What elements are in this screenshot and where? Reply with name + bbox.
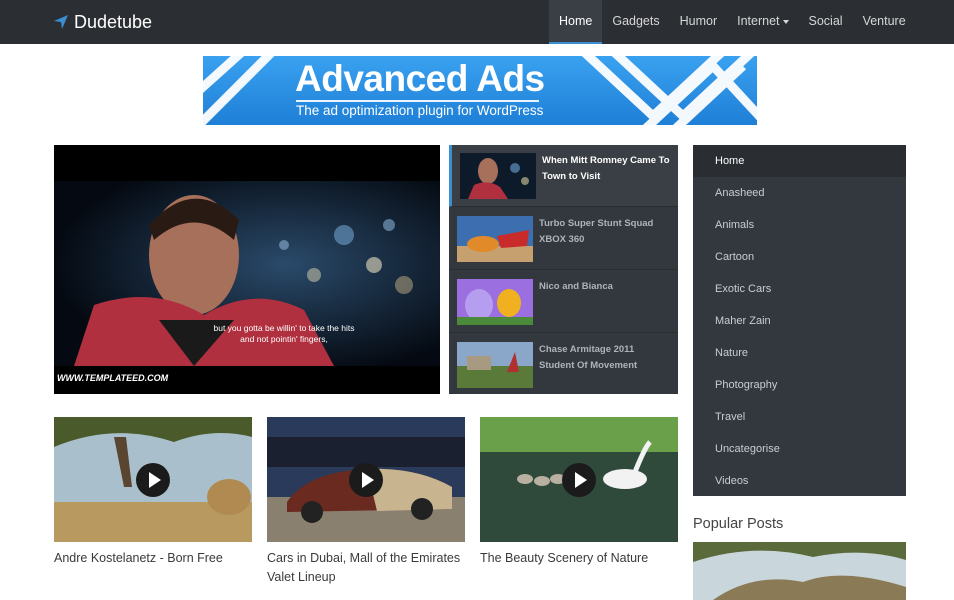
nav-internet[interactable]: Internet <box>727 0 798 44</box>
popular-post-thumbnail[interactable] <box>693 542 906 600</box>
brand-name: Dudetube <box>74 11 153 32</box>
video-list-title: Nico and Bianca <box>539 281 613 292</box>
video-list: When Mitt Romney Came To Town to Visit T… <box>449 145 678 394</box>
category-maher-zain[interactable]: Maher Zain <box>693 305 906 337</box>
video-thumbnail <box>457 216 533 262</box>
brand[interactable]: Dudetube <box>53 11 152 33</box>
video-subtitle-line-1: but you gotta be willin' to take the hit… <box>213 323 355 333</box>
nav-gadgets[interactable]: Gadgets <box>602 0 669 44</box>
video-card-title[interactable]: The Beauty Scenery of Nature <box>480 549 680 568</box>
banner-subtitle: The ad optimization plugin for WordPress <box>296 103 544 118</box>
video-list-item[interactable]: Nico and Bianca <box>449 271 678 333</box>
category-menu: Home Anasheed Animals Cartoon Exotic Car… <box>693 145 906 496</box>
category-cartoon[interactable]: Cartoon <box>693 241 906 273</box>
video-thumbnail <box>457 342 533 388</box>
nav-humor[interactable]: Humor <box>670 0 728 44</box>
play-icon[interactable] <box>136 462 170 497</box>
category-travel[interactable]: Travel <box>693 401 906 433</box>
featured-video-frame <box>54 145 440 394</box>
featured-video[interactable]: but you gotta be willin' to take the hit… <box>54 145 440 394</box>
nav-home[interactable]: Home <box>549 0 603 44</box>
category-uncategorise[interactable]: Uncategorise <box>693 433 906 465</box>
video-list-title: When Mitt Romney Came To Town to Visit <box>542 155 670 182</box>
video-card-thumbnail[interactable] <box>480 417 678 542</box>
main-nav: Home Gadgets Humor Internet Social Ventu… <box>549 0 916 44</box>
banner-title: Advanced Ads <box>295 58 545 99</box>
category-photography[interactable]: Photography <box>693 369 906 401</box>
video-card-thumbnail[interactable] <box>267 417 465 542</box>
video-subtitle: but you gotta be willin' to take the hit… <box>204 323 364 345</box>
video-watermark: WWW.TEMPLATEED.COM <box>57 373 169 383</box>
navigation-arrow-icon <box>54 15 68 29</box>
video-list-item[interactable]: Turbo Super Stunt Squad XBOX 360 <box>449 208 678 270</box>
category-anasheed[interactable]: Anasheed <box>693 177 906 209</box>
video-card-title[interactable]: Cars in Dubai, Mall of the Emirates Vale… <box>267 549 467 587</box>
video-list-title: Turbo Super Stunt Squad XBOX 360 <box>539 218 654 245</box>
popular-posts-heading: Popular Posts <box>693 516 784 532</box>
top-navbar: Dudetube Home Gadgets Humor Internet Soc… <box>0 0 954 44</box>
video-card-thumbnail[interactable] <box>54 417 252 542</box>
category-exotic-cars[interactable]: Exotic Cars <box>693 273 906 305</box>
video-list-title: Chase Armitage 2011 Student Of Movement <box>539 344 638 371</box>
play-icon[interactable] <box>562 462 596 497</box>
banner-divider <box>296 100 539 102</box>
caret-down-icon <box>782 19 789 24</box>
video-list-item[interactable]: When Mitt Romney Came To Town to Visit <box>449 145 678 207</box>
category-animals[interactable]: Animals <box>693 209 906 241</box>
category-nature[interactable]: Nature <box>693 337 906 369</box>
nav-venture[interactable]: Venture <box>853 0 916 44</box>
video-card-title[interactable]: Andre Kostelanetz - Born Free <box>54 549 254 568</box>
video-list-item[interactable]: Chase Armitage 2011 Student Of Movement <box>449 334 678 394</box>
category-videos[interactable]: Videos <box>693 465 906 497</box>
nav-internet-label: Internet <box>737 14 780 28</box>
nav-social[interactable]: Social <box>799 0 853 44</box>
video-thumbnail <box>457 279 533 325</box>
play-icon[interactable] <box>349 462 383 497</box>
ad-banner[interactable]: Advanced Ads The ad optimization plugin … <box>203 56 757 125</box>
video-thumbnail <box>460 153 536 199</box>
category-home[interactable]: Home <box>693 145 906 177</box>
video-subtitle-line-2: and not pointin' fingers, <box>240 334 328 344</box>
